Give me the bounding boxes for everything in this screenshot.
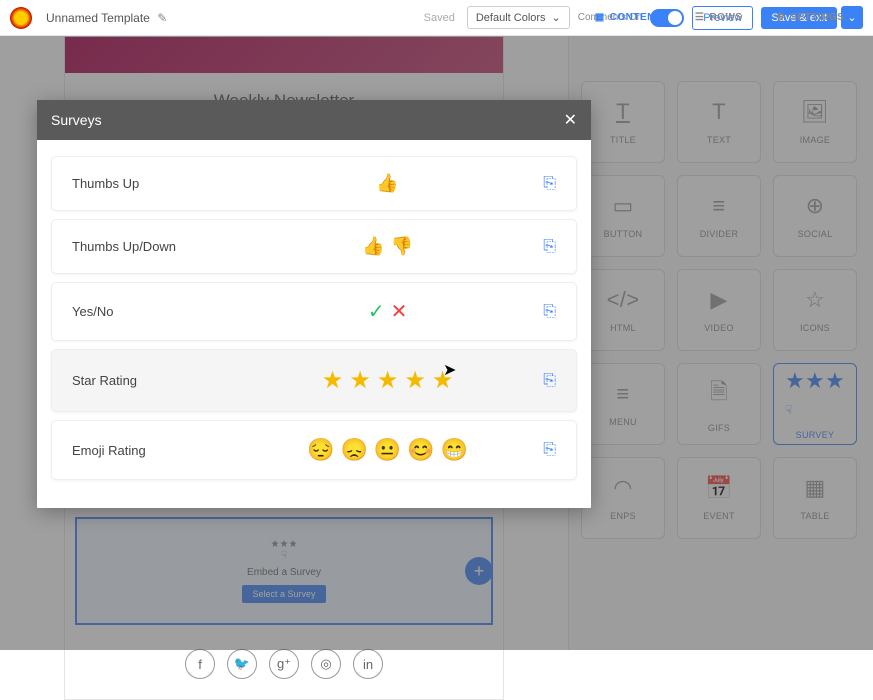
star-icon: ★	[432, 366, 454, 395]
survey-row-star[interactable]: Star Rating ★★★★★ ⎘	[51, 349, 577, 412]
insert-icon[interactable]: ⎘	[543, 372, 556, 390]
sidebar-tabs: ▦CONTENT ☰ROWS ⚙SETTINGS	[578, 12, 861, 23]
insert-icon[interactable]: ⎘	[543, 175, 556, 193]
insert-icon[interactable]: ⎘	[543, 238, 556, 256]
saved-status: Saved	[424, 12, 455, 24]
emoji-sad-icon: 😔	[307, 437, 334, 463]
close-icon[interactable]: ✕	[564, 110, 577, 130]
tab-content[interactable]: ▦CONTENT	[595, 12, 662, 23]
star-icon: ★	[377, 366, 399, 395]
insert-icon[interactable]: ⎘	[543, 441, 556, 459]
tab-settings[interactable]: ⚙SETTINGS	[776, 12, 844, 23]
emoji-smile-icon: 😊	[407, 437, 434, 463]
chevron-down-icon: ⌄	[552, 11, 561, 24]
grid-icon: ▦	[595, 12, 605, 23]
star-icon: ★	[404, 366, 426, 395]
rows-icon: ☰	[695, 12, 704, 23]
title-text: Unnamed Template	[46, 11, 150, 25]
colors-dropdown[interactable]: Default Colors ⌄	[467, 6, 570, 29]
instagram-icon[interactable]: ◎	[311, 649, 341, 679]
emoji-pensive-icon: 😞	[340, 437, 367, 463]
template-title[interactable]: Unnamed Template ✎	[46, 11, 167, 25]
colors-label: Default Colors	[476, 12, 546, 24]
star-icon: ★	[322, 366, 344, 395]
tab-rows[interactable]: ☰ROWS	[695, 12, 743, 23]
modal-header: Surveys ✕	[37, 100, 591, 140]
star-icon: ★	[349, 366, 371, 395]
thumb-down-icon: 👎	[391, 236, 413, 257]
modal-title: Surveys	[51, 112, 102, 128]
insert-icon[interactable]: ⎘	[543, 303, 556, 321]
settings-icon: ⚙	[776, 12, 785, 23]
surveys-modal: Surveys ✕ Thumbs Up 👍 ⎘ Thumbs Up/Down 👍…	[37, 100, 591, 508]
twitter-icon[interactable]: 🐦	[227, 649, 257, 679]
emoji-grin-icon: 😁	[441, 437, 468, 463]
thumb-up-icon: 👍	[376, 173, 398, 194]
emoji-neutral-icon: 😐	[374, 437, 401, 463]
survey-row-thumbs-updown[interactable]: Thumbs Up/Down 👍👎 ⎘	[51, 219, 577, 274]
facebook-icon[interactable]: f	[185, 649, 215, 679]
pencil-icon[interactable]: ✎	[157, 11, 167, 25]
survey-row-thumbs-up[interactable]: Thumbs Up 👍 ⎘	[51, 156, 577, 211]
linkedin-icon[interactable]: in	[353, 649, 383, 679]
check-icon: ✓	[368, 299, 385, 324]
survey-row-emoji[interactable]: Emoji Rating 😔😞😐😊😁 ⎘	[51, 420, 577, 480]
logo	[10, 7, 32, 29]
survey-row-yesno[interactable]: Yes/No ✓✕ ⎘	[51, 282, 577, 341]
cross-icon: ✕	[391, 299, 408, 324]
thumb-up-icon: 👍	[362, 236, 384, 257]
gplus-icon[interactable]: g⁺	[269, 649, 299, 679]
